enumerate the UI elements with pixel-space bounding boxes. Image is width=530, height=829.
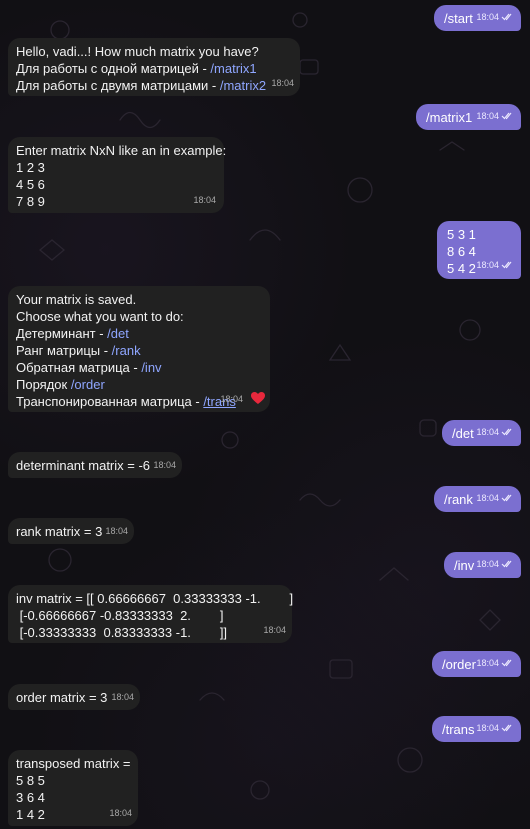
heart-icon[interactable] <box>251 392 265 409</box>
incoming-message[interactable]: Enter matrix NxN like an in example: 1 2… <box>8 137 227 213</box>
message-time-status: 18:04 <box>476 257 513 275</box>
double-check-icon <box>501 258 513 275</box>
message-time: 18:04 <box>193 195 216 205</box>
double-check-icon <box>501 557 513 574</box>
command-link[interactable]: /matrix2 <box>220 78 266 93</box>
outgoing-message[interactable]: /order 18:04 <box>432 651 521 677</box>
message-line: transposed matrix = <box>16 756 131 771</box>
outgoing-message[interactable]: 5 3 1 8 6 4 5 4 2 18:04 <box>437 221 521 279</box>
message-line: Enter matrix NxN like an in example: <box>16 143 227 158</box>
message-time-status: 18:04 <box>476 655 513 673</box>
message-time: 18:04 <box>476 559 499 569</box>
message-line: Your matrix is saved. <box>16 292 137 307</box>
message-line: [-0.66666667 -0.83333333 2. ] <box>16 608 224 623</box>
incoming-message[interactable]: Your matrix is saved. Choose what you wa… <box>8 286 270 412</box>
message-line: 3 6 4 <box>16 790 45 805</box>
message-line: Choose what you want to do: <box>16 309 184 324</box>
message-time: 18:04 <box>476 260 499 270</box>
message-time: 18:04 <box>263 625 286 635</box>
message-line: Ранг матрицы - /rank <box>16 343 141 358</box>
message-time: 18:04 <box>476 111 499 121</box>
message-time-status: 18:04 <box>476 424 513 442</box>
message-line: Hello, vadi...! How much matrix you have… <box>16 44 259 59</box>
outgoing-message[interactable]: /trans 18:04 <box>432 716 521 742</box>
message-time: 18:04 <box>109 808 132 818</box>
incoming-message[interactable]: order matrix = 3 18:04 <box>8 684 140 710</box>
message-line: 1 2 3 <box>16 160 45 175</box>
outgoing-message[interactable]: /det 18:04 <box>442 420 521 446</box>
message-time: 18:04 <box>476 723 499 733</box>
message-time: 18:04 <box>476 427 499 437</box>
double-check-icon <box>501 491 513 508</box>
outgoing-message[interactable]: /inv 18:04 <box>444 552 521 578</box>
outgoing-message[interactable]: /matrix1 18:04 <box>416 104 521 130</box>
message-time: 18:04 <box>111 692 134 702</box>
message-time: 18:04 <box>105 526 128 536</box>
command-link[interactable]: /inv <box>141 360 161 375</box>
message-time: 18:04 <box>220 394 243 404</box>
outgoing-message[interactable]: /start 18:04 <box>434 5 521 31</box>
message-time: 18:04 <box>476 493 499 503</box>
message-line: Детерминант - /det <box>16 326 129 341</box>
message-time: 18:04 <box>271 78 294 88</box>
message-line: [-0.33333333 0.83333333 -1. ]] <box>16 625 228 640</box>
message-line: Для работы с двумя матрицами - /matrix2 <box>16 78 267 93</box>
message-line: 5 8 5 <box>16 773 45 788</box>
message-line: inv matrix = [[ 0.66666667 0.33333333 -1… <box>16 591 294 606</box>
chat-area[interactable]: /start 18:04 Hello, vadi...! How much ma… <box>0 0 530 829</box>
command-link[interactable]: /order <box>71 377 105 392</box>
double-check-icon <box>501 109 513 126</box>
command-link[interactable]: /matrix1 <box>210 61 256 76</box>
message-time: 18:04 <box>476 12 499 22</box>
message-time-status: 18:04 <box>476 9 513 27</box>
double-check-icon <box>501 721 513 738</box>
message-time-status: 18:04 <box>476 556 513 574</box>
message-text: determinant matrix = -6 <box>16 458 151 473</box>
outgoing-message[interactable]: /rank 18:04 <box>434 486 521 512</box>
message-time: 18:04 <box>153 460 176 470</box>
message-time-status: 18:04 <box>476 108 513 126</box>
incoming-message[interactable]: determinant matrix = -6 18:04 <box>8 452 182 478</box>
incoming-message[interactable]: transposed matrix = 5 8 5 3 6 4 1 4 2 18… <box>8 750 138 826</box>
message-line: 5 3 1 <box>447 227 476 242</box>
message-time: 18:04 <box>476 658 499 668</box>
double-check-icon <box>501 425 513 442</box>
message-time-status: 18:04 <box>476 720 513 738</box>
command-link[interactable]: /det <box>107 326 129 341</box>
message-line: Для работы с одной матрицей - /matrix1 <box>16 61 257 76</box>
double-check-icon <box>501 656 513 673</box>
message-time-status: 18:04 <box>476 490 513 508</box>
incoming-message[interactable]: rank matrix = 3 18:04 <box>8 518 134 544</box>
message-line: 4 5 6 <box>16 177 45 192</box>
incoming-message[interactable]: inv matrix = [[ 0.66666667 0.33333333 -1… <box>8 585 294 643</box>
message-line: 7 8 9 <box>16 194 45 209</box>
command-link[interactable]: /rank <box>112 343 141 358</box>
message-line: Обратная матрица - /inv <box>16 360 162 375</box>
incoming-message[interactable]: Hello, vadi...! How much matrix you have… <box>8 38 300 96</box>
double-check-icon <box>501 10 513 27</box>
